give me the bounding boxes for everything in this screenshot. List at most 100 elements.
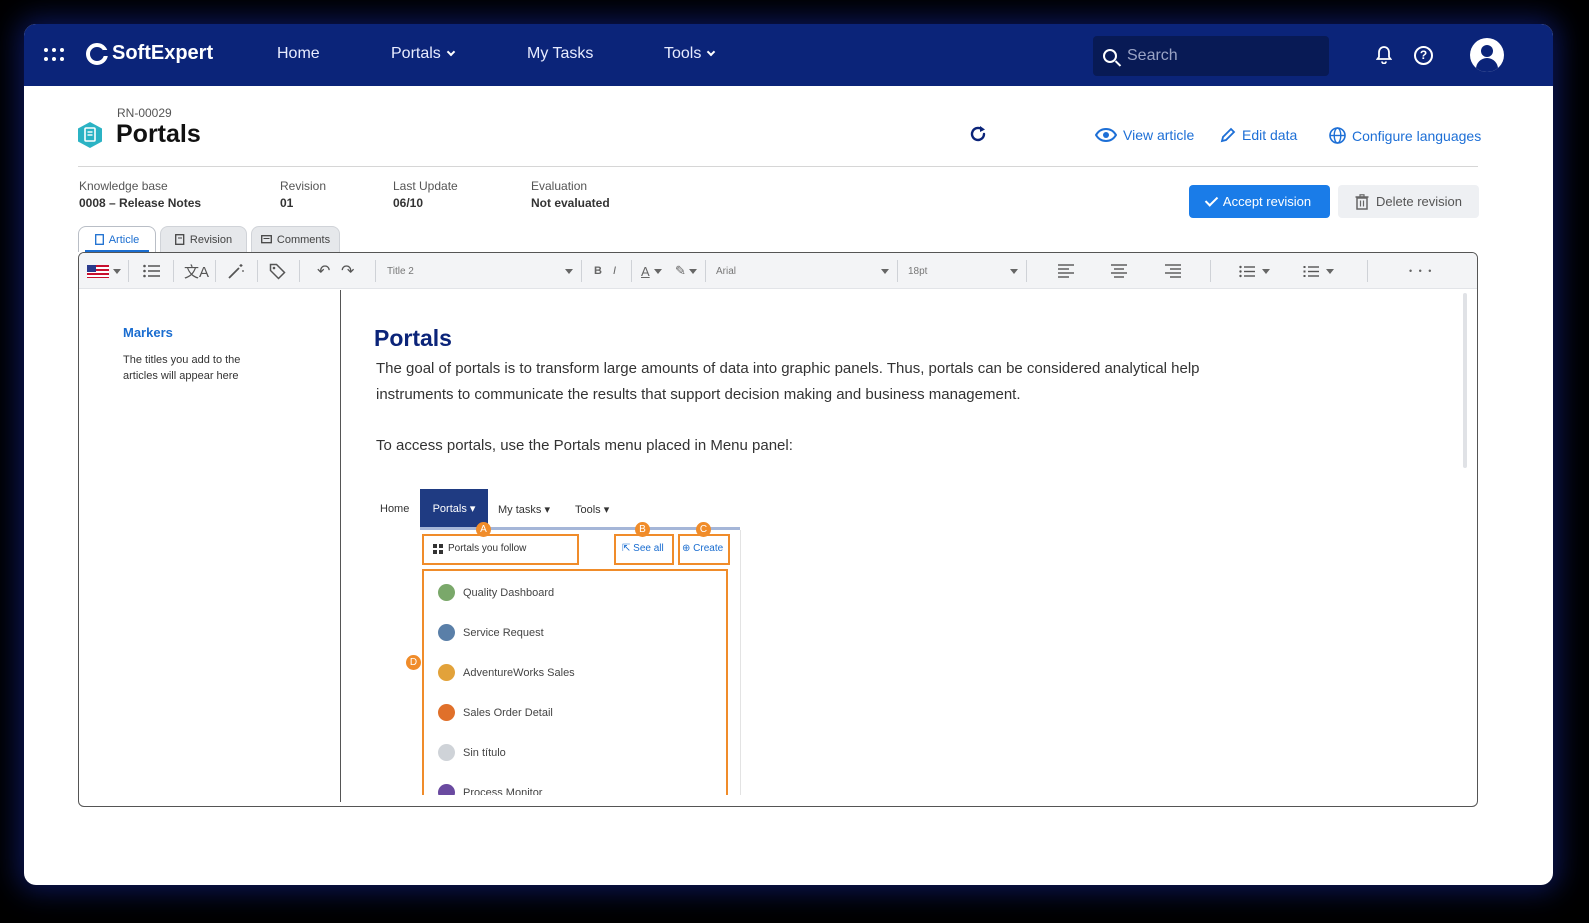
article-editor: 文A ↶ ↷ Title 2 B I A ✎ Arial 18pt • • • … [78, 252, 1478, 807]
meta-key: Knowledge base [79, 179, 168, 193]
meta-value: Not evaluated [531, 196, 610, 210]
delete-revision-button[interactable]: Delete revision [1338, 185, 1479, 218]
embedded-screenshot: Home Portals ▾ My tasks ▾ Tools ▾ Portal… [372, 489, 742, 795]
shot-portal-item: Process Monitor [438, 784, 542, 795]
meta-value: 01 [280, 196, 294, 210]
shot-portal-label: Service Request [463, 626, 544, 639]
editor-toolbar: 文A ↶ ↷ Title 2 B I A ✎ Arial 18pt • • • [79, 253, 1477, 289]
document-icon [94, 234, 104, 245]
shot-portal-label: AdventureWorks Sales [463, 666, 575, 679]
undo-icon[interactable]: ↶ [317, 253, 330, 289]
shot-menu-mytasks: My tasks ▾ [498, 504, 550, 516]
user-avatar[interactable] [1470, 38, 1504, 72]
view-article-link[interactable]: View article [1095, 127, 1194, 143]
document-code: RN-00029 [117, 106, 172, 120]
refresh-icon[interactable] [968, 124, 988, 144]
font-family-select[interactable]: Arial [716, 261, 889, 281]
meta-value: 06/10 [393, 196, 424, 210]
callout-badge: D [406, 655, 421, 670]
redo-icon[interactable]: ↷ [341, 253, 354, 289]
tag-icon[interactable] [269, 263, 286, 280]
article-content[interactable]: Portals The goal of portals is to transf… [342, 290, 1462, 802]
meta-key: Evaluation [531, 179, 588, 193]
highlight-icon[interactable]: ✎ [675, 253, 697, 289]
tab-comments[interactable]: Comments [251, 226, 340, 252]
search-box [1093, 36, 1329, 76]
numbered-list-button[interactable] [1303, 253, 1334, 289]
chevron-down-icon [446, 47, 456, 57]
nav-home-label: Home [277, 45, 320, 62]
shot-follow-label: Portals you follow [448, 543, 527, 554]
italic-label: I [613, 265, 617, 277]
brand-logo[interactable]: SoftExpert [86, 42, 213, 65]
meta-revision: Revision 01 [280, 179, 326, 210]
translate-icon[interactable]: 文A [184, 253, 209, 289]
brand-name: SoftExpert [112, 42, 214, 64]
nav-portals[interactable]: Portals [391, 45, 456, 63]
us-flag-icon [87, 264, 109, 278]
accept-revision-label: Accept revision [1222, 194, 1312, 209]
bell-icon[interactable] [1376, 46, 1392, 64]
magic-wand-icon[interactable] [227, 263, 245, 279]
tab-article[interactable]: Article [78, 226, 156, 252]
view-article-label: View article [1123, 127, 1195, 143]
apps-grid-icon[interactable] [44, 48, 66, 62]
list-icon[interactable] [143, 264, 161, 278]
article-paragraph: To access portals, use the Portals menu … [376, 437, 793, 454]
shot-create-label: Create [693, 543, 724, 554]
bold-label: B [594, 265, 602, 277]
callout-box-a: Portals you follow [422, 534, 579, 565]
content-scrollbar[interactable] [1463, 293, 1467, 468]
meta-key: Revision [280, 179, 327, 193]
nav-my-tasks[interactable]: My Tasks [527, 45, 593, 63]
markers-hint: The titles you add to the articles will … [123, 354, 241, 382]
more-options-icon[interactable]: • • • [1409, 253, 1433, 289]
search-input[interactable] [1127, 47, 1307, 65]
meta-key: Last Update [393, 179, 458, 193]
article-heading: Portals [374, 325, 452, 351]
nav-home[interactable]: Home [277, 45, 320, 63]
shot-menu-portals: Portals ▾ [420, 489, 488, 527]
font-size-select[interactable]: 18pt [908, 261, 1018, 281]
grid-icon [433, 543, 443, 554]
comment-icon [260, 234, 272, 243]
more-options-label: • • • [1409, 266, 1434, 276]
italic-button[interactable]: I [613, 253, 616, 289]
callout-box-b: ⇱ See all [614, 534, 674, 565]
search-icon [1103, 49, 1117, 63]
top-navbar: SoftExpert Home Portals My Tasks Tools ? [24, 24, 1553, 86]
shot-menu-tools: Tools ▾ [575, 504, 610, 516]
meta-knowledge-base: Knowledge base 0008 – Release Notes [79, 179, 201, 210]
paragraph-style-select[interactable]: Title 2 [387, 261, 573, 281]
article-paragraph: The goal of portals is to transform larg… [376, 360, 1200, 403]
align-left-icon[interactable] [1057, 264, 1075, 278]
bullet-list-button[interactable] [1239, 253, 1270, 289]
configure-languages-label: Configure languages [1352, 127, 1482, 144]
bold-button[interactable]: B [594, 253, 602, 289]
tab-revision[interactable]: Revision [160, 226, 247, 252]
font-color-button[interactable]: A [641, 253, 662, 289]
softexpert-logo-icon [86, 42, 109, 65]
font-size-value: 18pt [908, 265, 928, 277]
markers-panel: Markers The titles you add to the articl… [79, 290, 341, 802]
callout-box-c: ⊕ Create [678, 534, 730, 565]
globe-icon [1329, 127, 1346, 144]
callout-badge: C [696, 522, 711, 537]
app-window: SoftExpert Home Portals My Tasks Tools ?… [24, 24, 1553, 885]
shot-portal-label: Sin título [463, 746, 506, 759]
align-center-icon[interactable] [1110, 264, 1128, 278]
align-right-icon[interactable] [1164, 264, 1182, 278]
tab-revision-label: Revision [189, 233, 233, 246]
shot-portal-item: Service Request [438, 624, 544, 641]
accept-revision-button[interactable]: Accept revision [1189, 185, 1330, 218]
help-icon[interactable]: ? [1414, 46, 1433, 65]
configure-languages-link[interactable]: Configure languages [1329, 127, 1481, 144]
language-selector[interactable] [87, 253, 121, 289]
page-title: Portals [116, 120, 201, 148]
shot-portal-label: Quality Dashboard [463, 586, 555, 599]
shot-see-all-label: See all [633, 543, 664, 554]
numbered-list-icon [1303, 265, 1319, 277]
nav-tools[interactable]: Tools [664, 45, 716, 63]
nav-tools-label: Tools [664, 45, 702, 62]
edit-data-link[interactable]: Edit data [1220, 127, 1297, 143]
